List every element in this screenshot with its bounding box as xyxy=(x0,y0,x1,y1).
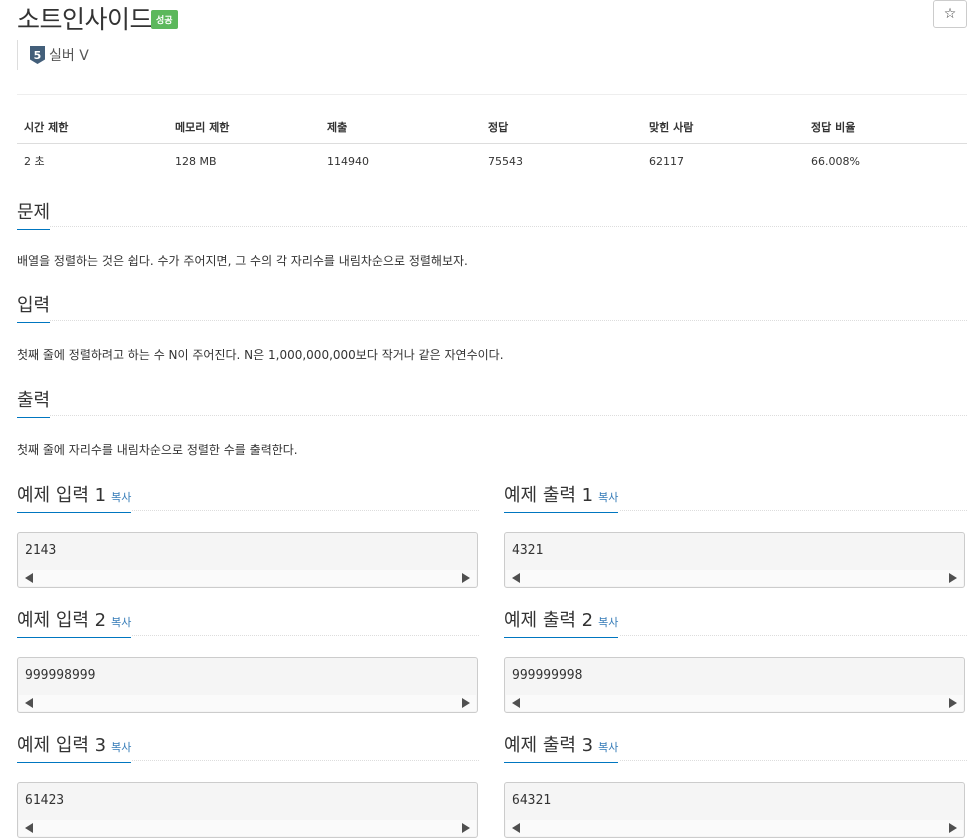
divider xyxy=(50,320,967,321)
example-input-heading-2: 예제 입력 2 복사 xyxy=(17,606,132,638)
example-input-value: 2143 xyxy=(25,543,57,558)
table-cell: 2 초 xyxy=(24,155,45,168)
scroll-left-icon[interactable] xyxy=(512,823,520,833)
example-input-heading-3: 예제 입력 3 복사 xyxy=(17,731,132,763)
copy-button[interactable]: 복사 xyxy=(598,491,618,504)
example-output-box: 999999998 xyxy=(504,657,965,713)
example-input-value: 999998999 xyxy=(25,668,96,683)
divider xyxy=(132,510,479,511)
scroll-right-icon[interactable] xyxy=(949,573,957,583)
problem-info-table: 시간 제한 메모리 제한 제출 정답 맞힌 사람 정답 비율 2 초 128 M… xyxy=(17,112,967,178)
scroll-left-icon[interactable] xyxy=(512,698,520,708)
tier-info: 5 실버 V xyxy=(17,40,89,70)
star-button[interactable]: ☆ xyxy=(933,0,967,28)
divider xyxy=(50,415,967,416)
example-output-label: 예제 출력 1 xyxy=(504,485,594,506)
table-header: 메모리 제한 xyxy=(168,112,320,144)
table-cell: 114940 xyxy=(327,154,369,168)
example-input-box: 2143 xyxy=(17,532,478,588)
copy-button[interactable]: 복사 xyxy=(598,741,618,754)
table-cell: 66.008% xyxy=(811,154,860,168)
copy-button[interactable]: 복사 xyxy=(111,741,131,754)
input-text: 첫째 줄에 정렬하려고 하는 수 N이 주어진다. N은 1,000,000,0… xyxy=(17,348,504,362)
star-icon: ☆ xyxy=(943,6,957,22)
scroll-right-icon[interactable] xyxy=(462,573,470,583)
horizontal-scrollbar[interactable] xyxy=(506,820,963,836)
problem-title: 소트인사이드 xyxy=(17,5,153,34)
horizontal-scrollbar[interactable] xyxy=(19,570,476,586)
example-output-value: 64321 xyxy=(512,793,552,808)
example-output-box: 64321 xyxy=(504,782,965,838)
tier-shield-icon: 5 xyxy=(30,46,45,64)
scroll-left-icon[interactable] xyxy=(25,823,33,833)
example-input-heading-1: 예제 입력 1 복사 xyxy=(17,481,132,513)
table-cell: 75543 xyxy=(488,154,523,168)
tier-label: 실버 V xyxy=(49,48,89,64)
scroll-right-icon[interactable] xyxy=(949,823,957,833)
divider xyxy=(50,226,967,227)
example-input-value: 61423 xyxy=(25,793,65,808)
divider xyxy=(132,635,479,636)
table-cell: 62117 xyxy=(649,154,684,168)
scroll-right-icon[interactable] xyxy=(462,823,470,833)
divider xyxy=(17,94,967,95)
horizontal-scrollbar[interactable] xyxy=(19,820,476,836)
example-input-box: 999998999 xyxy=(17,657,478,713)
status-badge: 성공 xyxy=(151,10,178,29)
example-output-value: 999999998 xyxy=(512,668,583,683)
scroll-right-icon[interactable] xyxy=(949,698,957,708)
table-row: 2 초 128 MB 114940 75543 62117 66.008% xyxy=(17,144,967,179)
description-text: 배열을 정렬하는 것은 쉽다. 수가 주어지면, 그 수의 각 자리수를 내림차… xyxy=(17,254,468,268)
example-output-heading-1: 예제 출력 1 복사 xyxy=(504,481,619,513)
scroll-right-icon[interactable] xyxy=(462,698,470,708)
description-heading: 문제 xyxy=(17,198,51,230)
copy-button[interactable]: 복사 xyxy=(598,616,618,629)
example-input-label: 예제 입력 2 xyxy=(17,610,107,631)
divider xyxy=(620,635,967,636)
copy-button[interactable]: 복사 xyxy=(111,491,131,504)
output-heading: 출력 xyxy=(17,386,51,418)
table-cell: 128 MB xyxy=(175,154,217,168)
divider xyxy=(620,760,967,761)
scroll-left-icon[interactable] xyxy=(25,698,33,708)
horizontal-scrollbar[interactable] xyxy=(506,695,963,711)
copy-button[interactable]: 복사 xyxy=(111,616,131,629)
example-output-heading-3: 예제 출력 3 복사 xyxy=(504,731,619,763)
input-heading: 입력 xyxy=(17,291,51,323)
horizontal-scrollbar[interactable] xyxy=(506,570,963,586)
table-header: 정답 xyxy=(481,112,642,144)
scroll-left-icon[interactable] xyxy=(25,573,33,583)
divider xyxy=(132,760,479,761)
horizontal-scrollbar[interactable] xyxy=(19,695,476,711)
table-header: 제출 xyxy=(320,112,481,144)
divider xyxy=(620,510,967,511)
scroll-left-icon[interactable] xyxy=(512,573,520,583)
example-output-value: 4321 xyxy=(512,543,544,558)
example-input-label: 예제 입력 1 xyxy=(17,485,107,506)
table-header: 정답 비율 xyxy=(804,112,967,144)
example-input-box: 61423 xyxy=(17,782,478,838)
example-output-heading-2: 예제 출력 2 복사 xyxy=(504,606,619,638)
output-text: 첫째 줄에 자리수를 내림차순으로 정렬한 수를 출력한다. xyxy=(17,443,298,457)
example-output-box: 4321 xyxy=(504,532,965,588)
table-header: 맞힌 사람 xyxy=(642,112,804,144)
example-input-label: 예제 입력 3 xyxy=(17,735,107,756)
table-header: 시간 제한 xyxy=(17,112,168,144)
table-header-row: 시간 제한 메모리 제한 제출 정답 맞힌 사람 정답 비율 xyxy=(17,112,967,144)
example-output-label: 예제 출력 2 xyxy=(504,610,594,631)
example-output-label: 예제 출력 3 xyxy=(504,735,594,756)
